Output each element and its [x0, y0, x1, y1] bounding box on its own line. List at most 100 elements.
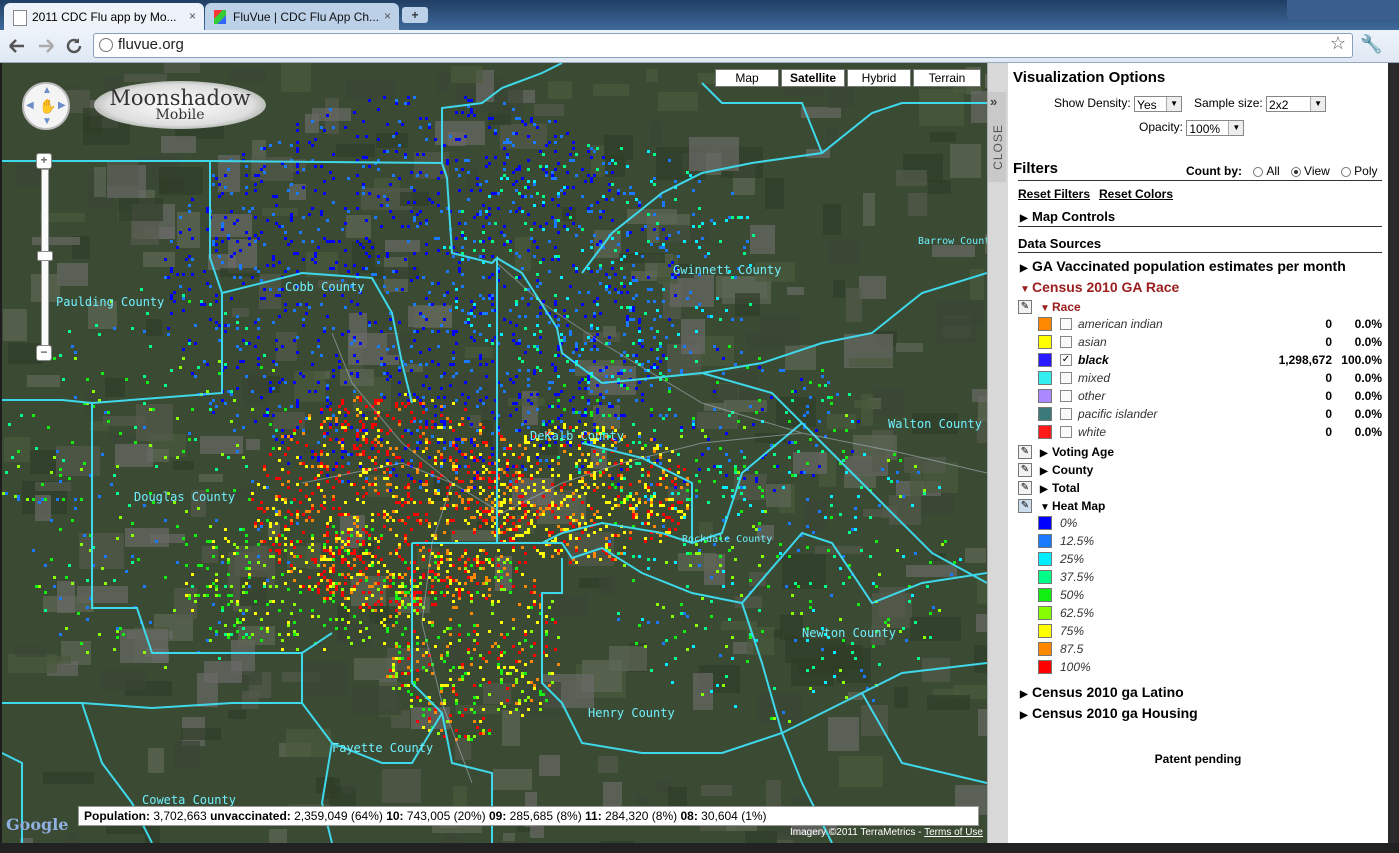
race-checkbox[interactable]: [1060, 336, 1072, 348]
tab-close-icon[interactable]: ×: [189, 9, 196, 23]
color-swatch[interactable]: [1038, 588, 1052, 602]
count-by-poly-radio[interactable]: [1341, 166, 1352, 177]
pencil-icon[interactable]: ✎: [1018, 499, 1032, 513]
total-category[interactable]: ✎ ▶ Total: [1018, 481, 1382, 497]
count-by-view-radio[interactable]: [1291, 166, 1302, 177]
zoom-slider-thumb[interactable]: [37, 251, 53, 261]
ds-latino-expander[interactable]: ▶ Census 2010 ga Latino: [1020, 684, 1184, 700]
population-value: 3,702,663: [153, 809, 207, 823]
side-panel: Visualization Options Show Density: Yes ▼…: [1008, 63, 1388, 843]
pan-left-icon[interactable]: ◀: [26, 100, 34, 111]
race-checkbox[interactable]: [1060, 408, 1072, 420]
race-name: asian: [1078, 335, 1107, 349]
zoom-in-button[interactable]: +: [36, 153, 52, 169]
back-arrow-icon[interactable]: [6, 35, 28, 57]
address-bar[interactable]: fluvue.org ☆: [93, 33, 1353, 58]
sample-size-select[interactable]: 2x2 ▼: [1266, 96, 1327, 112]
visualization-options-title: Visualization Options: [1013, 69, 1166, 86]
color-swatch[interactable]: [1038, 425, 1052, 439]
race-category[interactable]: ✎ ▼ Race: [1018, 300, 1382, 316]
color-swatch[interactable]: [1038, 642, 1052, 656]
heat-map-category[interactable]: ✎ ▼ Heat Map: [1018, 499, 1382, 515]
count-by-all-radio[interactable]: [1253, 166, 1264, 177]
caret-down-icon: ▼: [1040, 303, 1050, 314]
color-swatch[interactable]: [1038, 317, 1052, 331]
ds-housing-label: Census 2010 ga Housing: [1032, 705, 1198, 721]
race-count: 0: [1325, 317, 1332, 331]
map-canvas[interactable]: Paulding County Cobb County Gwinnett Cou…: [2, 63, 987, 843]
ds-race-expander[interactable]: ▼ Census 2010 GA Race: [1020, 279, 1179, 295]
reload-icon[interactable]: [63, 35, 85, 57]
county-label: Paulding County: [56, 295, 165, 309]
county-label: Gwinnett County: [673, 263, 782, 277]
map-type-hybrid-button[interactable]: Hybrid: [847, 69, 911, 87]
race-checkbox[interactable]: [1060, 426, 1072, 438]
race-checkbox[interactable]: [1060, 318, 1072, 330]
color-swatch[interactable]: [1038, 353, 1052, 367]
pan-down-icon[interactable]: ▼: [42, 116, 52, 127]
ds-housing-expander[interactable]: ▶ Census 2010 ga Housing: [1020, 705, 1198, 721]
close-panel-button[interactable]: » CLOSE: [988, 92, 1006, 182]
unvaccinated-label: unvaccinated:: [210, 809, 291, 823]
zoom-out-button[interactable]: −: [36, 345, 52, 361]
tab-fluvue-challenge[interactable]: FluVue | CDC Flu App Ch... ×: [205, 3, 399, 30]
hand-icon: ✋: [39, 98, 57, 114]
opacity-label: Opacity:: [1139, 120, 1184, 135]
reset-filters-link[interactable]: Reset Filters: [1018, 187, 1090, 201]
count-by-all-label: All: [1266, 164, 1280, 178]
color-swatch[interactable]: [1038, 534, 1052, 548]
caret-down-icon: ▼: [1020, 284, 1030, 295]
color-swatch[interactable]: [1038, 516, 1052, 530]
caret-down-icon: ▼: [1040, 502, 1050, 513]
pencil-icon[interactable]: ✎: [1018, 463, 1032, 477]
color-swatch[interactable]: [1038, 371, 1052, 385]
star-icon[interactable]: ☆: [1330, 33, 1346, 54]
tab-close-icon[interactable]: ×: [384, 9, 391, 23]
color-swatch[interactable]: [1038, 624, 1052, 638]
tab-title: 2011 CDC Flu app by Mo...: [32, 10, 177, 24]
county-label: Rockdale County: [682, 534, 773, 545]
color-swatch[interactable]: [1038, 606, 1052, 620]
ds-vaccinated-label: GA Vaccinated population estimates per m…: [1032, 258, 1346, 274]
wrench-icon[interactable]: 🔧: [1360, 34, 1382, 56]
race-checkbox[interactable]: [1060, 390, 1072, 402]
sample-size-row: Sample size: 2x2 ▼: [1194, 96, 1327, 112]
opacity-select[interactable]: 100% ▼: [1186, 120, 1245, 136]
reset-colors-link[interactable]: Reset Colors: [1099, 187, 1173, 201]
forward-arrow-icon[interactable]: [35, 35, 57, 57]
voting-age-category[interactable]: ✎ ▶ Voting Age: [1018, 445, 1382, 461]
tab-fluvue-app[interactable]: 2011 CDC Flu app by Mo... ×: [4, 3, 204, 30]
map-type-satellite-button[interactable]: Satellite: [781, 69, 845, 87]
map-type-terrain-button[interactable]: Terrain: [913, 69, 981, 87]
color-swatch[interactable]: [1038, 335, 1052, 349]
color-swatch[interactable]: [1038, 407, 1052, 421]
pencil-icon[interactable]: ✎: [1018, 300, 1032, 314]
google-logo[interactable]: Google: [6, 815, 68, 834]
race-checkbox[interactable]: ✓: [1060, 354, 1072, 366]
heat-label: 100%: [1060, 660, 1091, 674]
caret-right-icon: ▶: [1040, 484, 1048, 495]
heat-label: 37.5%: [1060, 570, 1095, 584]
map-controls-expander[interactable]: ▶ Map Controls: [1020, 209, 1115, 224]
color-swatch[interactable]: [1038, 552, 1052, 566]
map-type-map-button[interactable]: Map: [715, 69, 779, 87]
color-swatch[interactable]: [1038, 570, 1052, 584]
url-text[interactable]: fluvue.org: [118, 36, 184, 53]
terms-of-use-link[interactable]: Terms of Use: [924, 827, 983, 838]
ds-vaccinated-expander[interactable]: ▶ GA Vaccinated population estimates per …: [1020, 258, 1346, 274]
color-swatch[interactable]: [1038, 389, 1052, 403]
county-label: Cobb County: [285, 280, 365, 294]
window-controls[interactable]: [1287, 0, 1399, 20]
pencil-icon[interactable]: ✎: [1018, 481, 1032, 495]
show-density-select[interactable]: Yes ▼: [1134, 96, 1183, 112]
new-tab-button[interactable]: +: [402, 7, 428, 23]
pan-right-icon[interactable]: ▶: [58, 100, 66, 111]
pan-up-icon[interactable]: ▲: [42, 85, 52, 96]
county-category[interactable]: ✎ ▶ County: [1018, 463, 1382, 479]
race-item-american-indian: american indian 0 0.0%: [1018, 316, 1382, 332]
pencil-icon[interactable]: ✎: [1018, 445, 1032, 459]
pan-control[interactable]: ▲ ▼ ◀ ▶ ✋: [22, 82, 70, 130]
race-checkbox[interactable]: [1060, 372, 1072, 384]
color-swatch[interactable]: [1038, 660, 1052, 674]
heat-label: 62.5%: [1060, 606, 1095, 620]
